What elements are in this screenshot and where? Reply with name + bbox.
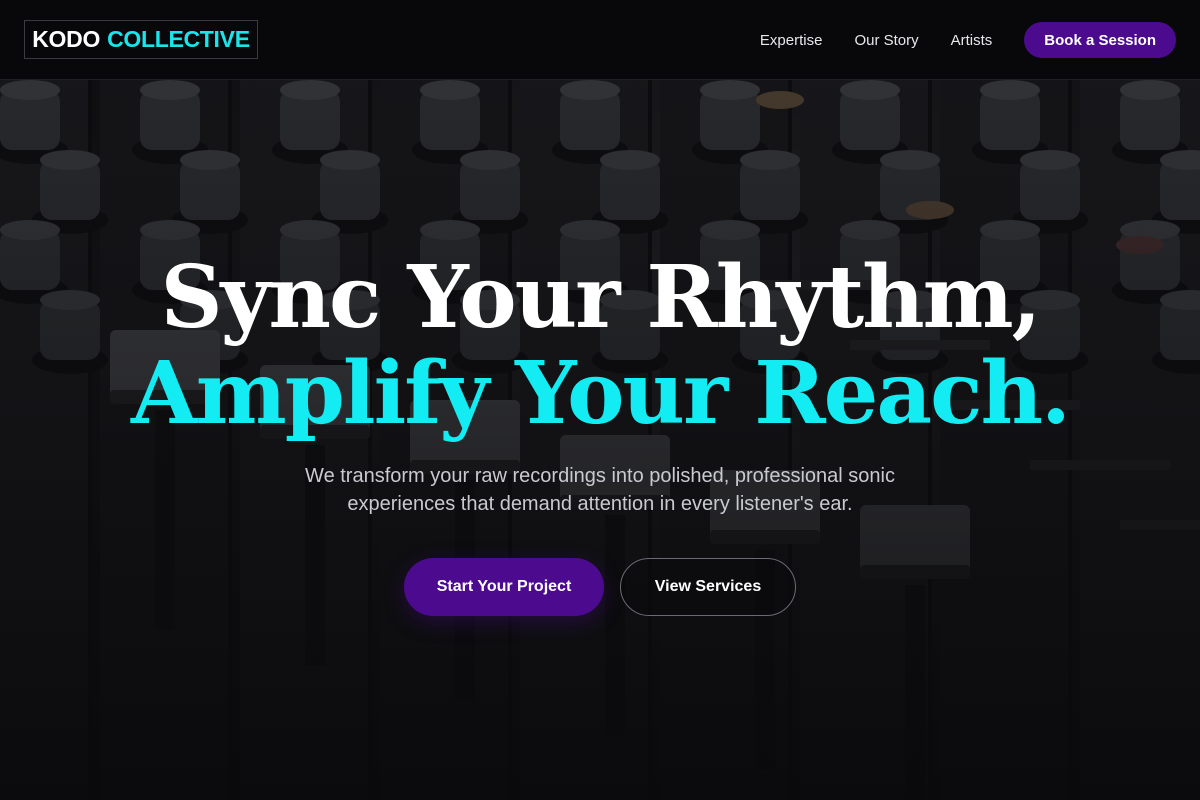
hero-subtitle: We transform your raw recordings into po… <box>305 465 895 515</box>
logo-primary-text: KODO <box>32 26 101 52</box>
site-header: KODO COLLECTIVE Expertise Our Story Arti… <box>0 0 1200 80</box>
start-project-button[interactable]: Start Your Project <box>404 558 604 616</box>
nav-link-expertise[interactable]: Expertise <box>760 32 823 49</box>
hero-title-line1: Sync Your Rhythm, <box>160 247 1041 348</box>
logo-accent-text: COLLECTIVE <box>107 26 250 52</box>
hero-title: Sync Your Rhythm, Amplify Your Reach. <box>0 250 1200 442</box>
hero-section: Sync Your Rhythm, Amplify Your Reach. We… <box>0 250 1200 616</box>
view-services-button[interactable]: View Services <box>620 558 796 616</box>
logo[interactable]: KODO COLLECTIVE <box>24 20 258 59</box>
landing-page: KODO COLLECTIVE Expertise Our Story Arti… <box>0 0 1200 800</box>
nav-link-artists[interactable]: Artists <box>951 32 993 49</box>
book-session-button[interactable]: Book a Session <box>1024 22 1176 58</box>
hero-title-line2: Amplify Your Reach. <box>131 343 1071 444</box>
main-nav: Expertise Our Story Artists Book a Sessi… <box>760 22 1176 58</box>
hero-actions: Start Your Project View Services <box>0 558 1200 616</box>
nav-link-our-story[interactable]: Our Story <box>854 32 918 49</box>
